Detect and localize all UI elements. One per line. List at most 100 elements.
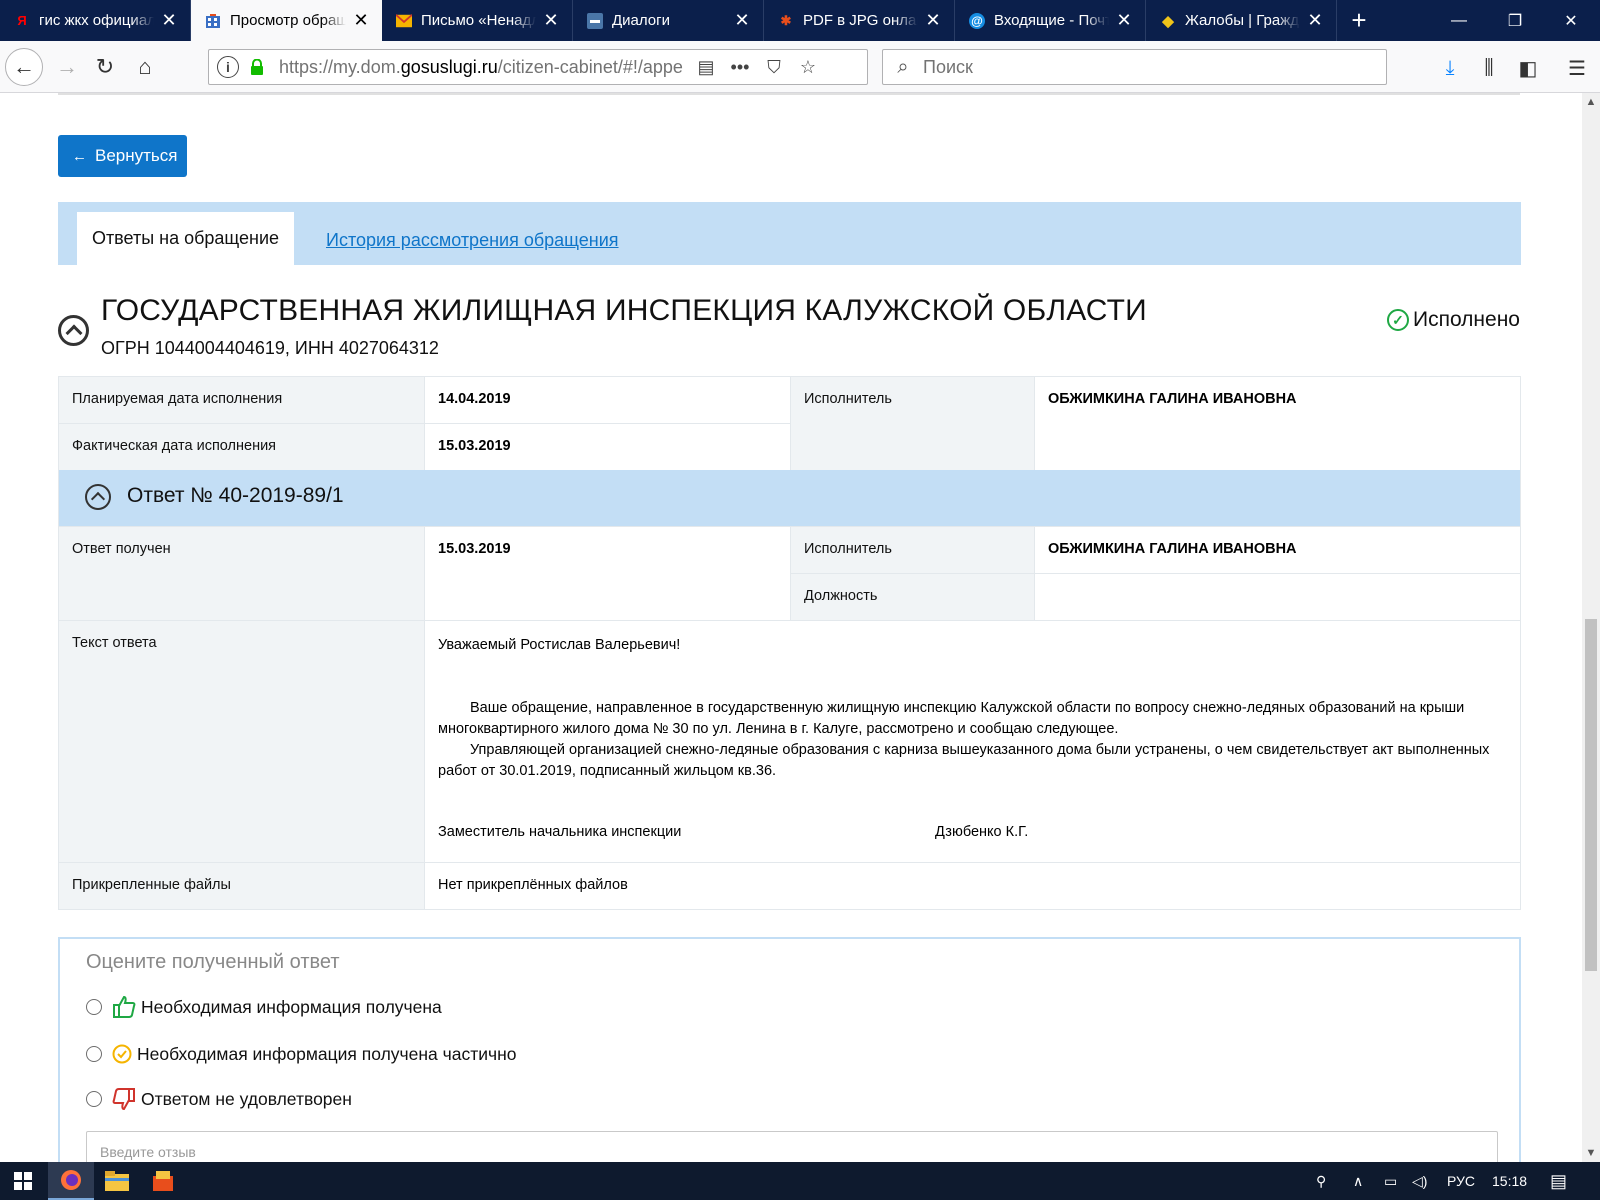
downloads-icon[interactable]: ⤓ xyxy=(1437,55,1463,81)
browser-tab-2[interactable]: Письмо «Ненадл ✕ xyxy=(382,0,573,41)
attached-files-value: Нет прикреплённых файлов xyxy=(424,862,1521,910)
radio-button[interactable] xyxy=(86,1046,102,1062)
answer-executor-value: ОБЖИМКИНА ГАЛИНА ИВАНОВНА xyxy=(1034,526,1521,574)
minimize-button[interactable]: — xyxy=(1432,0,1486,41)
firefox-taskbar-icon[interactable] xyxy=(48,1162,94,1200)
organization-name: ГОСУДАРСТВЕННАЯ ЖИЛИЩНАЯ ИНСПЕКЦИЯ КАЛУЖ… xyxy=(101,294,1147,327)
chevron-up-icon[interactable]: ∧ xyxy=(1353,1162,1363,1200)
pocket-icon[interactable]: ⛉ xyxy=(757,57,791,78)
check-circle-icon xyxy=(112,1042,132,1066)
close-icon[interactable]: ✕ xyxy=(733,10,751,31)
search-placeholder: Поиск xyxy=(923,56,973,77)
volume-icon[interactable]: ◁) xyxy=(1412,1162,1427,1200)
page-scrollbar[interactable]: ▲ ▼ xyxy=(1582,93,1600,1162)
executor-label: Исполнитель xyxy=(790,376,1035,471)
close-icon[interactable]: ✕ xyxy=(160,10,178,31)
app-taskbar-icon[interactable] xyxy=(140,1162,186,1200)
scroll-down-icon[interactable]: ▼ xyxy=(1582,1144,1600,1162)
address-bar[interactable]: i https://my.dom.gosuslugi.ru/citizen-ca… xyxy=(208,49,868,85)
file-explorer-icon[interactable] xyxy=(94,1162,140,1200)
organization-ids: ОГРН 1044004404619, ИНН 4027064312 xyxy=(101,338,439,358)
position-label: Должность xyxy=(790,573,1035,621)
summary-table: Планируемая дата исполнения 14.04.2019 И… xyxy=(58,376,1521,471)
forward-button[interactable]: → xyxy=(48,48,86,86)
tab-history[interactable]: История рассмотрения обращения xyxy=(326,230,619,251)
rating-option-received[interactable]: Необходимая информация получена xyxy=(86,995,442,1019)
scroll-up-icon[interactable]: ▲ xyxy=(1582,93,1600,111)
answer-header: Ответ № 40-2019-89/1 xyxy=(58,470,1521,526)
close-icon[interactable]: ✕ xyxy=(924,10,942,31)
thumbs-up-icon xyxy=(112,995,136,1019)
windows-taskbar: ⚲ ∧ ▭ ◁) РУС 15:18 ▤ xyxy=(0,1162,1600,1200)
browser-tab-4[interactable]: ✱ PDF в JPG онлайн ✕ xyxy=(764,0,955,41)
page-viewport: ← Вернуться Ответы на обращение История р… xyxy=(0,93,1582,1162)
reload-button[interactable]: ↻ xyxy=(86,48,124,86)
sidebar-icon[interactable]: ◧ xyxy=(1515,55,1541,81)
position-value xyxy=(1034,573,1521,621)
close-icon[interactable]: ✕ xyxy=(1306,10,1324,31)
collapse-icon[interactable] xyxy=(58,315,89,346)
rating-title: Оцените полученный ответ xyxy=(86,951,340,973)
chat-icon: ▬ xyxy=(587,12,603,29)
menu-icon[interactable]: ☰ xyxy=(1564,55,1590,81)
review-input[interactable]: Введите отзыв xyxy=(86,1131,1498,1162)
info-icon[interactable]: i xyxy=(217,56,239,78)
divider xyxy=(58,93,1520,95)
planned-date-label: Планируемая дата исполнения xyxy=(58,376,425,424)
reader-view-icon[interactable]: ▤ xyxy=(689,57,723,78)
notifications-icon[interactable]: ▤ xyxy=(1550,1162,1567,1200)
signature: Заместитель начальника инспекции Дзюбенк… xyxy=(438,824,1507,840)
radio-button[interactable] xyxy=(86,999,102,1015)
lock-icon[interactable] xyxy=(247,57,267,77)
scrollbar-thumb[interactable] xyxy=(1585,619,1597,971)
browser-tab-0[interactable]: Я гис жкх официал ✕ xyxy=(0,0,191,41)
actual-date-label: Фактическая дата исполнения xyxy=(58,423,425,471)
search-bar[interactable]: ⌕ Поиск xyxy=(882,49,1387,85)
answer-executor-label: Исполнитель xyxy=(790,526,1035,574)
home-button[interactable]: ⌂ xyxy=(126,48,164,86)
mail-envelope-icon xyxy=(396,13,412,29)
answer-table: Ответ получен 15.03.2019 Исполнитель ОБЖ… xyxy=(58,526,1521,910)
close-icon[interactable]: ✕ xyxy=(1115,10,1133,31)
browser-tab-title: Письмо «Ненадл xyxy=(421,12,536,29)
new-tab-button[interactable]: + xyxy=(1337,0,1381,41)
answer-paragraph: Ваше обращение, направленное в государст… xyxy=(438,700,1465,737)
tab-answers[interactable]: Ответы на обращение xyxy=(77,212,294,265)
rating-option-partial[interactable]: Необходимая информация получена частично xyxy=(86,1042,517,1066)
bookmark-star-icon[interactable]: ☆ xyxy=(791,57,825,78)
collapse-icon[interactable] xyxy=(85,484,111,510)
browser-tab-1[interactable]: Просмотр обращ ✕ xyxy=(191,0,382,41)
browser-tab-3[interactable]: ▬ Диалоги ✕ xyxy=(573,0,764,41)
planned-date-value: 14.04.2019 xyxy=(424,376,791,424)
start-button[interactable] xyxy=(0,1162,46,1200)
url-text[interactable]: https://my.dom.gosuslugi.ru/citizen-cabi… xyxy=(279,57,689,78)
return-button[interactable]: ← Вернуться xyxy=(58,135,187,177)
answer-text-label: Текст ответа xyxy=(58,620,425,863)
rating-option-unsatisfied[interactable]: Ответом не удовлетворен xyxy=(86,1087,352,1111)
restore-button[interactable]: ❐ xyxy=(1488,0,1542,41)
close-window-button[interactable]: ✕ xyxy=(1544,0,1598,41)
close-icon[interactable]: ✕ xyxy=(542,10,560,31)
attached-files-label: Прикрепленные файлы xyxy=(58,862,425,910)
close-icon[interactable]: ✕ xyxy=(352,10,370,31)
answer-title: Ответ № 40-2019-89/1 xyxy=(127,484,344,507)
signer-name: Дзюбенко К.Г. xyxy=(935,824,1029,840)
language-indicator[interactable]: РУС xyxy=(1447,1162,1475,1200)
check-circle-icon: ✓ xyxy=(1387,309,1409,331)
back-button[interactable]: ← xyxy=(5,48,43,86)
clock[interactable]: 15:18 xyxy=(1492,1162,1527,1200)
browser-tab-5[interactable]: @ Входящие - Почт ✕ xyxy=(955,0,1146,41)
arrow-left-icon: ← xyxy=(72,147,87,165)
library-icon[interactable]: ⫼ xyxy=(1476,55,1502,81)
people-icon[interactable]: ⚲ xyxy=(1316,1162,1326,1200)
signer-position: Заместитель начальника инспекции xyxy=(438,824,682,840)
radio-button[interactable] xyxy=(86,1091,102,1107)
browser-tab-6[interactable]: ◆ Жалобы | Гражда ✕ xyxy=(1146,0,1337,41)
browser-tab-strip: Я гис жкх официал ✕ Просмотр обращ ✕ Пис… xyxy=(0,0,1600,41)
actual-date-value: 15.03.2019 xyxy=(424,423,791,471)
network-icon[interactable]: ▭ xyxy=(1384,1162,1397,1200)
search-icon: ⌕ xyxy=(897,55,909,78)
more-actions-icon[interactable]: ••• xyxy=(723,57,757,78)
answer-greeting: Уважаемый Ростислав Валерьевич! xyxy=(438,637,681,653)
navigation-toolbar: ← → ↻ ⌂ i https://my.dom.gosuslugi.ru/ci… xyxy=(0,41,1600,93)
